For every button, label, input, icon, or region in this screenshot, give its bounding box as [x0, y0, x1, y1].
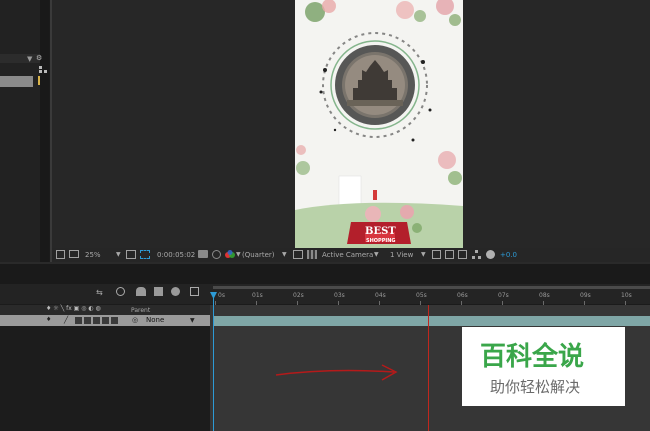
chevron-down-icon[interactable]: ▼ [236, 251, 241, 258]
comp-flowchart-icon[interactable] [472, 250, 481, 259]
current-time-display[interactable]: 0:00:05:02 [157, 251, 195, 260]
fast-previews-icon[interactable] [445, 250, 454, 259]
ruler-tick-label: 09s [580, 292, 591, 299]
panel-divider[interactable] [0, 262, 650, 284]
shy-layers-icon[interactable] [136, 287, 146, 296]
project-flow-icon[interactable] [39, 66, 47, 73]
fast-preview-icon[interactable] [293, 250, 303, 259]
switch-box[interactable] [84, 317, 91, 324]
composition-canvas[interactable]: BEST SHOPPING [295, 0, 463, 248]
always-preview-icon[interactable] [56, 250, 65, 259]
ruler-tick-label: 0s [218, 292, 225, 299]
safe-margins-icon[interactable] [126, 250, 136, 259]
exposure-value[interactable]: +0.0 [500, 251, 517, 260]
ruler-tick-label: 07s [498, 292, 509, 299]
monitor-icon[interactable] [69, 250, 79, 258]
comp-mini-flowchart-icon[interactable]: ⇆ [96, 288, 103, 297]
graph-editor-icon[interactable] [190, 287, 199, 296]
switch-box[interactable] [111, 317, 118, 324]
annotation-arrow [275, 364, 398, 381]
channel-icon[interactable] [224, 250, 236, 259]
project-marker [38, 76, 40, 85]
resolution-select[interactable]: (Quarter) [242, 251, 275, 260]
chevron-down-icon[interactable]: ▼ [282, 251, 287, 258]
dropdown-arrow-icon[interactable]: ▼ [27, 55, 32, 63]
pick-whip-icon[interactable]: ◎ [132, 316, 138, 324]
view-layout-select[interactable]: 1 View [390, 251, 413, 260]
ruler-tick-label: 05s [416, 292, 427, 299]
poster-artwork [295, 0, 463, 248]
frame-blending-icon[interactable] [154, 287, 163, 296]
timeline-icon[interactable] [458, 250, 467, 259]
ruler-tick-label: 04s [375, 292, 386, 299]
layer-duration-bar[interactable] [214, 316, 650, 326]
switches-header-icon: ♦ ☼ ╲ fx ▣ ◎ ◐ ◍ [46, 305, 101, 312]
start-marker-line [213, 292, 214, 431]
switch-box[interactable] [102, 317, 109, 324]
composition-viewer[interactable]: BEST SHOPPING [52, 0, 650, 248]
transparency-grid-icon[interactable] [307, 250, 317, 259]
draft-3d-icon[interactable] [116, 287, 125, 296]
current-time-indicator[interactable] [428, 305, 429, 431]
solo-switch-icon[interactable]: ♦ [46, 316, 51, 323]
parent-column-header: Parent [131, 307, 151, 314]
motion-blur-icon[interactable] [171, 287, 180, 296]
region-of-interest-icon[interactable] [140, 250, 150, 259]
ruler-tick-label: 06s [457, 292, 468, 299]
poster-badge-title: BEST [365, 226, 396, 237]
project-panel [0, 0, 40, 262]
watermark-subtitle: 助你轻松解决 [490, 378, 581, 396]
switch-box[interactable] [93, 317, 100, 324]
parent-select[interactable]: None [146, 316, 164, 325]
project-item-selected[interactable] [0, 76, 33, 87]
timeline-tab-bar [0, 262, 650, 264]
camera-select[interactable]: Active Camera [322, 251, 373, 260]
chevron-down-icon[interactable]: ▼ [374, 251, 379, 258]
layer-list-area [0, 326, 210, 431]
magnification-select[interactable]: 25% [85, 251, 101, 260]
snapshot-icon[interactable] [198, 250, 208, 258]
ruler-tick-label: 08s [539, 292, 550, 299]
ruler-tick-label: 01s [252, 292, 263, 299]
chevron-down-icon[interactable]: ▼ [190, 317, 195, 324]
chevron-down-icon[interactable]: ▼ [116, 251, 121, 258]
chevron-down-icon[interactable]: ▼ [421, 251, 426, 258]
poster-badge-subtitle: SHOPPING [366, 238, 396, 244]
reset-exposure-icon[interactable] [486, 250, 495, 259]
switch-box[interactable] [75, 317, 82, 324]
project-column-header [0, 54, 40, 63]
ruler-tick-label: 03s [334, 292, 345, 299]
project-panel-border [40, 0, 49, 262]
quality-switch-icon[interactable]: ╱ [64, 316, 68, 324]
watermark-title: 百科全说 [480, 342, 585, 372]
ruler-tick-label: 02s [293, 292, 304, 299]
work-area-bar[interactable] [213, 286, 650, 289]
show-snapshot-icon[interactable] [212, 250, 221, 259]
toggle-pixel-aspect-icon[interactable] [432, 250, 441, 259]
flowchart-icon[interactable]: ⚙ [36, 54, 42, 62]
layer-column-header [0, 305, 210, 315]
ruler-tick-label: 10s [621, 292, 632, 299]
